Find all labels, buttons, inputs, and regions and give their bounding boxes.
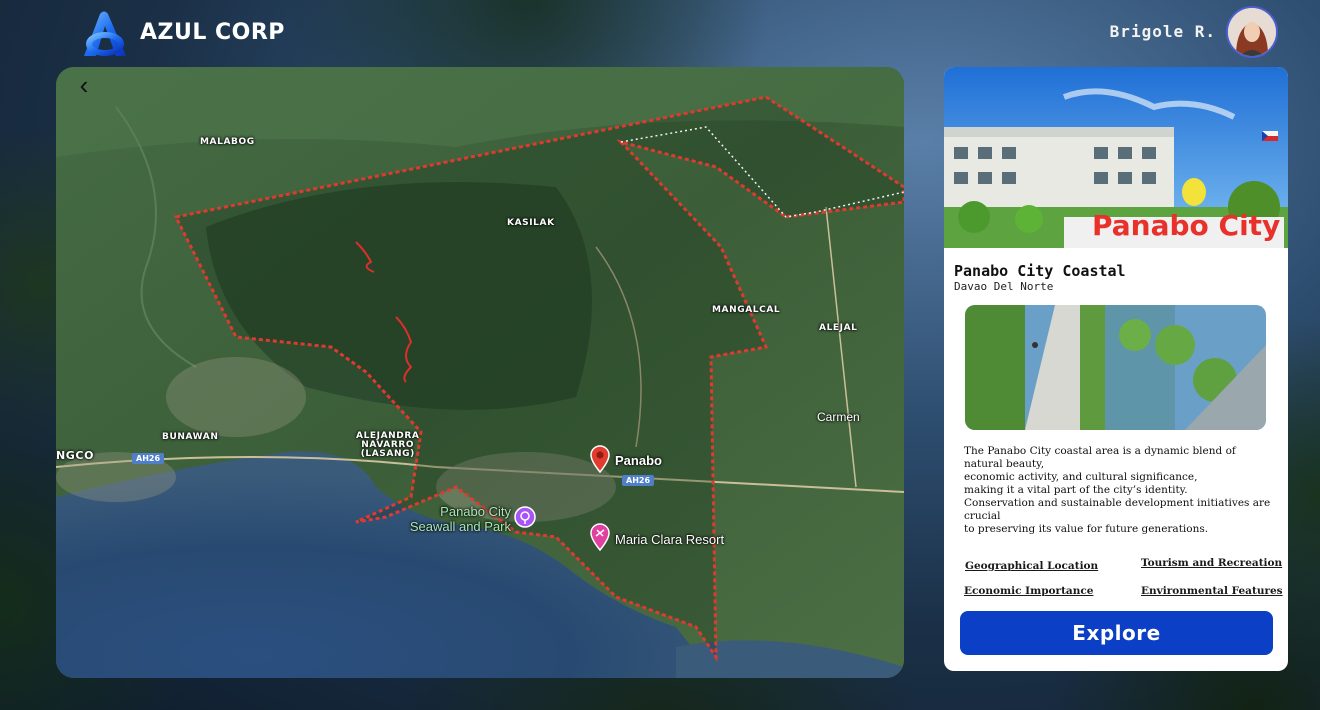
description-line: economic activity, and cultural signific… <box>964 471 1198 483</box>
road-badge-ah26-center: AH26 <box>622 475 655 486</box>
coastal-road-photo <box>965 305 1266 430</box>
description-line: The Panabo City coastal area is a dynami… <box>964 445 1236 470</box>
location-pin-icon[interactable] <box>588 445 612 473</box>
hero-sign-text: Panabo City <box>1092 209 1280 242</box>
map-label-bunawan: BUNAWAN <box>162 432 219 442</box>
place-label-seawall-line2: Seawall and Park <box>409 519 511 534</box>
map-label-kasilak: KASILAK <box>507 218 555 228</box>
azul-logo-icon <box>84 11 126 56</box>
place-label-panabo[interactable]: Panabo <box>615 453 662 468</box>
map-label-alejandra: ALEJANDRA NAVARRO (LASANG) <box>356 432 419 459</box>
description-line: making it a vital part of the city’s ide… <box>964 484 1188 496</box>
map-label-carmen: Carmen <box>817 410 860 424</box>
link-economic-importance[interactable]: Economic Importance <box>964 585 1093 597</box>
resort-pin-icon[interactable] <box>588 523 612 551</box>
user-avatar[interactable] <box>1226 6 1278 58</box>
map-label-alejandra-line3: (LASANG) <box>360 449 415 459</box>
map-imagery <box>56 67 904 678</box>
link-tourism-recreation[interactable]: Tourism and Recreation <box>1141 557 1282 569</box>
link-geographical-location[interactable]: Geographical Location <box>965 560 1098 572</box>
map-label-ngco: NGCO <box>56 449 95 462</box>
description-line: to preserving its value for future gener… <box>964 523 1209 535</box>
place-label-maria-clara[interactable]: Maria Clara Resort <box>615 532 724 547</box>
map-label-mangalcal: MANGALCAL <box>712 305 781 315</box>
user-name[interactable]: Brigole R. <box>1110 22 1216 41</box>
brand-name: AZUL CORP <box>140 20 285 45</box>
avatar-image <box>1228 8 1276 56</box>
description-line: Conservation and sustainable development… <box>964 497 1271 522</box>
location-info-card: Panabo City Panabo City Coastal Davao De… <box>944 67 1288 671</box>
map-label-malabog: MALABOG <box>200 137 255 147</box>
satellite-map[interactable]: ‹ MALABOG KASILAK MANGALCAL ALEJAL Carme… <box>56 67 904 678</box>
place-label-seawall[interactable]: Panabo City Seawall and Park <box>396 504 511 534</box>
location-title: Panabo City Coastal <box>954 262 1126 280</box>
park-pin-icon[interactable] <box>513 505 537 533</box>
city-hall-hero-image: Panabo City <box>944 67 1288 248</box>
explore-button[interactable]: Explore <box>960 611 1273 655</box>
chevron-left-icon[interactable]: ‹ <box>72 72 96 98</box>
location-description: The Panabo City coastal area is a dynami… <box>964 445 1276 536</box>
place-label-seawall-line1: Panabo City <box>440 504 511 519</box>
location-subtitle: Davao Del Norte <box>954 280 1054 293</box>
map-label-alejal: ALEJAL <box>819 323 858 333</box>
road-badge-ah26-left: AH26 <box>132 453 165 464</box>
link-environmental-features[interactable]: Environmental Features <box>1141 585 1283 597</box>
app-header: AZUL CORP Brigole R. <box>0 0 1320 64</box>
